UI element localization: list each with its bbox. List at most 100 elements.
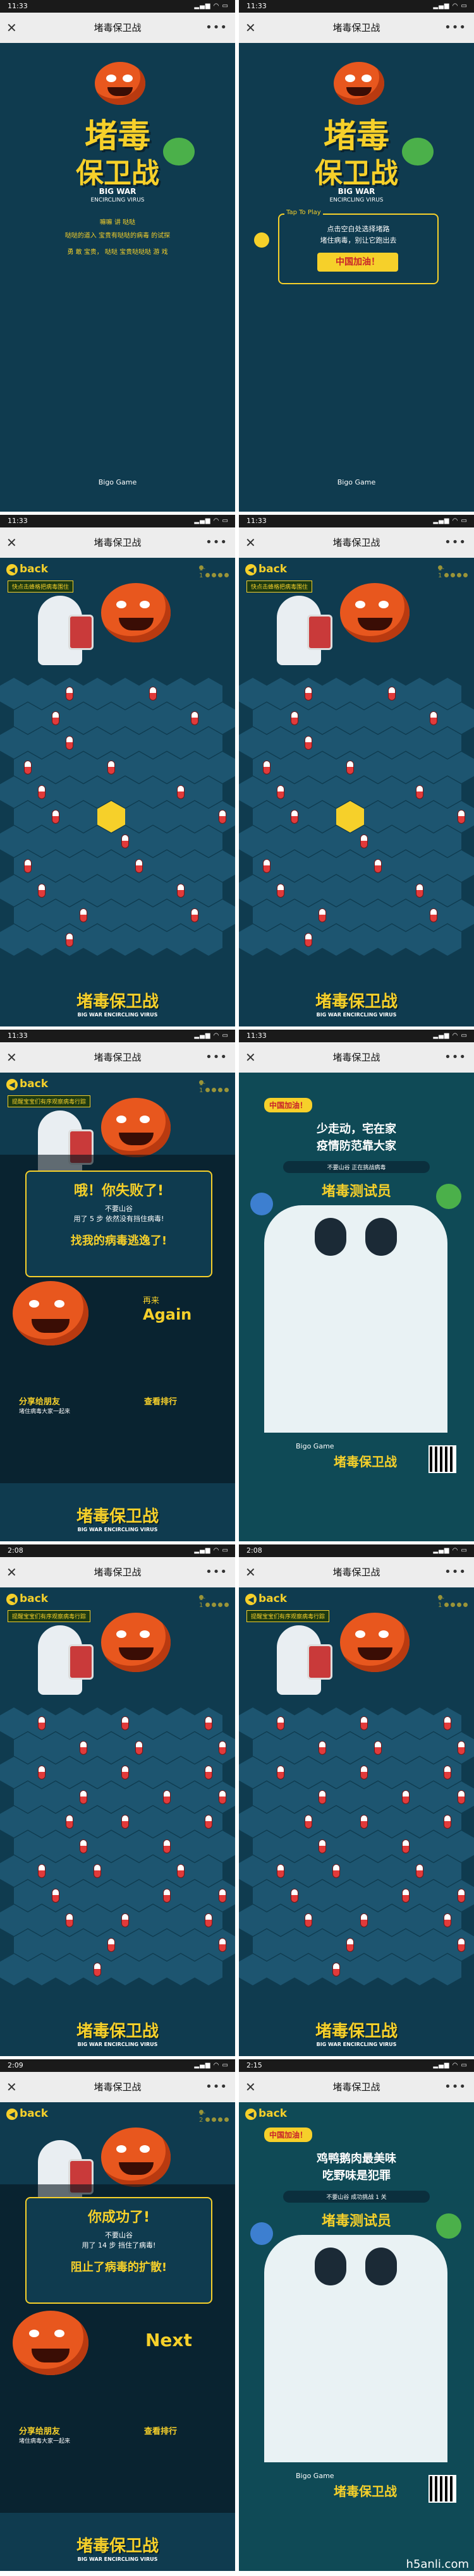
hex-cell[interactable] bbox=[420, 850, 447, 882]
hex-cell[interactable] bbox=[322, 924, 350, 956]
hex-cell[interactable] bbox=[364, 850, 392, 882]
back-button[interactable]: ◀ back bbox=[6, 1592, 48, 1605]
hex-cell[interactable] bbox=[322, 1954, 350, 1985]
hex-cell[interactable] bbox=[209, 1929, 235, 1961]
hex-cell[interactable] bbox=[195, 1707, 222, 1739]
hex-cell[interactable] bbox=[364, 900, 392, 931]
hex-cell[interactable] bbox=[111, 1855, 139, 1887]
qr-code[interactable] bbox=[428, 2475, 456, 2503]
hex-cell[interactable] bbox=[295, 1855, 322, 1887]
hex-cell[interactable] bbox=[83, 678, 111, 709]
hex-cell[interactable] bbox=[181, 900, 209, 931]
hex-cell[interactable] bbox=[42, 1781, 70, 1813]
hex-cell[interactable] bbox=[322, 1757, 350, 1788]
hex-cell[interactable] bbox=[167, 1707, 195, 1739]
hex-cell[interactable] bbox=[56, 826, 83, 857]
hex-cell[interactable] bbox=[125, 1781, 153, 1813]
hex-cell[interactable] bbox=[434, 1954, 461, 1985]
hex-cell[interactable] bbox=[56, 1905, 83, 1936]
hex-cell[interactable] bbox=[322, 1855, 350, 1887]
hex-cell[interactable] bbox=[308, 850, 336, 882]
hex-cell[interactable] bbox=[181, 801, 209, 833]
hex-cell[interactable] bbox=[195, 776, 222, 808]
hex-cell[interactable] bbox=[195, 875, 222, 906]
hex-cell[interactable] bbox=[253, 850, 281, 882]
qr-code[interactable] bbox=[428, 1445, 456, 1473]
hex-cell[interactable] bbox=[434, 678, 461, 709]
hex-cell[interactable] bbox=[295, 776, 322, 808]
hex-cell[interactable] bbox=[434, 727, 461, 759]
hex-cell[interactable] bbox=[70, 702, 97, 734]
hex-cell[interactable] bbox=[364, 1732, 392, 1764]
hex-cell[interactable] bbox=[350, 1855, 378, 1887]
hex-cell[interactable] bbox=[239, 1905, 267, 1936]
hex-cell[interactable] bbox=[267, 1905, 295, 1936]
hex-cell[interactable] bbox=[139, 678, 167, 709]
hex-cell[interactable] bbox=[447, 752, 474, 783]
hex-cell[interactable] bbox=[167, 1954, 195, 1985]
hex-cell[interactable] bbox=[350, 1954, 378, 1985]
hex-cell[interactable] bbox=[181, 1880, 209, 1911]
hex-cell[interactable] bbox=[364, 1781, 392, 1813]
hex-cell[interactable] bbox=[195, 1757, 222, 1788]
hex-cell[interactable] bbox=[14, 850, 42, 882]
back-button[interactable]: ◀ back bbox=[6, 1078, 48, 1090]
hex-cell[interactable] bbox=[308, 801, 336, 833]
hex-cell[interactable] bbox=[153, 752, 181, 783]
hex-cell[interactable] bbox=[0, 1806, 28, 1838]
hex-cell[interactable] bbox=[83, 924, 111, 956]
hex-cell[interactable] bbox=[56, 776, 83, 808]
hex-cell[interactable] bbox=[434, 875, 461, 906]
hex-cell[interactable] bbox=[336, 1732, 364, 1764]
hex-cell[interactable] bbox=[195, 1905, 222, 1936]
hex-cell[interactable] bbox=[167, 1855, 195, 1887]
hex-cell[interactable] bbox=[0, 826, 28, 857]
more-icon[interactable]: ••• bbox=[205, 1557, 228, 1587]
hex-cell[interactable] bbox=[281, 1732, 308, 1764]
rank-button[interactable]: 查看排行 bbox=[144, 2424, 177, 2436]
hex-cell[interactable] bbox=[83, 776, 111, 808]
hex-cell[interactable] bbox=[111, 1806, 139, 1838]
hex-cell[interactable] bbox=[209, 702, 235, 734]
hex-cell[interactable] bbox=[83, 1855, 111, 1887]
hex-cell[interactable] bbox=[378, 678, 406, 709]
again-button[interactable]: 再来 Again bbox=[143, 1294, 212, 1332]
hex-cell[interactable] bbox=[56, 875, 83, 906]
hex-cell[interactable] bbox=[253, 752, 281, 783]
hex-cell[interactable] bbox=[153, 1929, 181, 1961]
hex-cell[interactable] bbox=[350, 776, 378, 808]
hex-cell[interactable] bbox=[350, 678, 378, 709]
hex-cell[interactable] bbox=[253, 1781, 281, 1813]
hex-cell[interactable] bbox=[350, 727, 378, 759]
hex-cell[interactable] bbox=[420, 1831, 447, 1862]
hex-cell[interactable] bbox=[406, 678, 434, 709]
hex-cell[interactable] bbox=[281, 702, 308, 734]
hex-cell[interactable] bbox=[0, 1757, 28, 1788]
close-icon[interactable]: ✕ bbox=[245, 527, 256, 558]
back-button[interactable]: ◀ back bbox=[245, 563, 287, 575]
hex-cell[interactable] bbox=[83, 727, 111, 759]
hex-cell[interactable] bbox=[28, 1905, 56, 1936]
hex-cell[interactable] bbox=[267, 924, 295, 956]
hex-cell[interactable] bbox=[447, 702, 474, 734]
hex-cell[interactable] bbox=[42, 702, 70, 734]
hex-cell[interactable] bbox=[350, 1806, 378, 1838]
hex-cell[interactable] bbox=[0, 727, 28, 759]
hex-cell[interactable] bbox=[209, 752, 235, 783]
hex-cell[interactable] bbox=[392, 801, 420, 833]
hex-cell[interactable] bbox=[209, 1781, 235, 1813]
hex-cell[interactable] bbox=[97, 1732, 125, 1764]
hex-cell[interactable] bbox=[239, 727, 267, 759]
hex-cell[interactable] bbox=[97, 801, 125, 833]
hex-cell[interactable] bbox=[28, 727, 56, 759]
hex-cell[interactable] bbox=[167, 1806, 195, 1838]
hex-cell[interactable] bbox=[447, 1732, 474, 1764]
more-icon[interactable]: ••• bbox=[205, 1042, 228, 1073]
close-icon[interactable]: ✕ bbox=[6, 1042, 17, 1073]
hex-cell[interactable] bbox=[28, 826, 56, 857]
hex-cell[interactable] bbox=[392, 1781, 420, 1813]
hex-cell[interactable] bbox=[281, 1781, 308, 1813]
hex-cell[interactable] bbox=[350, 826, 378, 857]
hex-cell[interactable] bbox=[139, 875, 167, 906]
hex-cell[interactable] bbox=[350, 1707, 378, 1739]
